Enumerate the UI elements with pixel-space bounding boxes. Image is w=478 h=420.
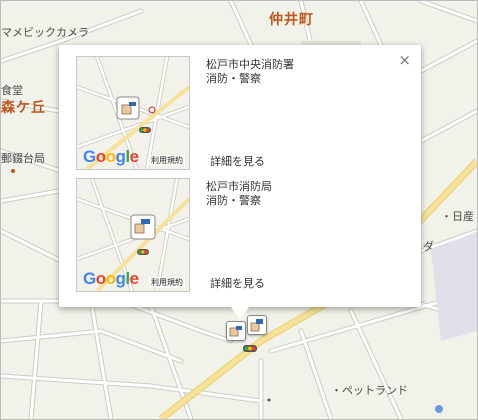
detail-link[interactable]: 詳細を見る <box>210 153 265 169</box>
info-window-tail <box>231 307 249 319</box>
place-category: 消防・警察 <box>206 72 261 85</box>
list-item: Google 利用規約 松戸市消防局 消防・警察 詳細を見る <box>76 178 406 292</box>
traffic-signal-icon <box>243 345 257 352</box>
place-category: 消防・警察 <box>206 194 261 207</box>
nissan-label: ・日産 <box>441 210 474 223</box>
town-gaoka-label: 森ケ丘 <box>1 100 46 116</box>
camera-store-label: マメビックカメラ <box>1 26 89 39</box>
town-naka-cho-label: 仲井町 <box>269 12 314 28</box>
pet-land-label: ・ペットランド <box>331 384 408 397</box>
fire-station-marker-icon[interactable] <box>247 315 267 335</box>
list-item: Google 利用規約 松戸市中央消防署 消防・警察 詳細を見る <box>76 56 406 170</box>
da-label: ダ <box>423 240 434 253</box>
map-view[interactable]: マメビックカメラ 仲井町 食堂 森ケ丘 郵錣台局 ・日産 ダ ・ペットランド × <box>0 0 478 420</box>
terms-link[interactable]: 利用規約 <box>149 155 185 166</box>
fire-station-marker-icon[interactable] <box>226 321 246 341</box>
google-logo: Google <box>83 269 139 288</box>
post-office-label: 郵錣台局 <box>1 152 45 165</box>
shokudo-label: 食堂 <box>1 84 23 97</box>
map-thumbnail[interactable]: Google 利用規約 <box>76 56 190 170</box>
info-window: × Google 利用規約 松戸市中央消防署 消防・警察 詳細を見る Googl… <box>59 45 421 319</box>
map-thumbnail[interactable]: Google 利用規約 <box>76 178 190 292</box>
detail-link[interactable]: 詳細を見る <box>210 275 265 291</box>
terms-link[interactable]: 利用規約 <box>149 277 185 288</box>
google-logo: Google <box>83 147 139 166</box>
